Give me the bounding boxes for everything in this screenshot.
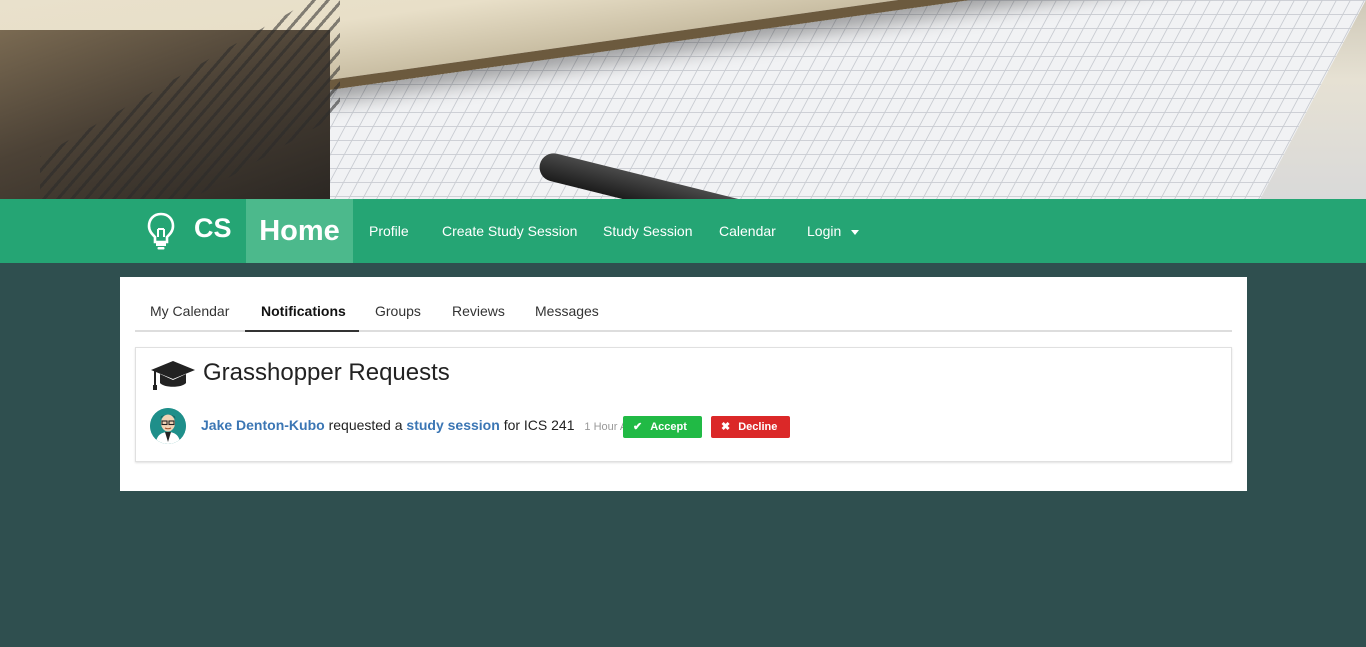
- avatar[interactable]: [150, 408, 186, 444]
- card-title: Grasshopper Requests: [203, 359, 450, 386]
- requester-link[interactable]: Jake Denton-Kubo: [201, 417, 325, 433]
- tab-my-calendar[interactable]: My Calendar: [150, 294, 229, 332]
- graduation-cap-icon: [151, 361, 195, 390]
- tab-reviews[interactable]: Reviews: [452, 294, 505, 332]
- close-icon: ✖: [721, 421, 731, 433]
- decline-button[interactable]: ✖ Decline: [711, 416, 790, 438]
- nav-create-study-session[interactable]: Create Study Session: [442, 199, 577, 263]
- accept-button[interactable]: ✔ Accept: [623, 416, 702, 438]
- brand-name[interactable]: CS: [194, 213, 232, 244]
- user-avatar-illustration: [150, 408, 186, 444]
- notification-request: Jake Denton-Kubo requested a study sessi…: [150, 408, 1210, 444]
- decline-label: Decline: [738, 421, 778, 433]
- caret-down-icon: [851, 229, 860, 235]
- nav-profile[interactable]: Profile: [369, 199, 409, 263]
- tab-bar: My Calendar Notifications Groups Reviews…: [135, 294, 1232, 332]
- nav-calendar[interactable]: Calendar: [719, 199, 776, 263]
- request-verb: requested a: [328, 417, 403, 433]
- nav-login-label: Login: [807, 223, 842, 239]
- tab-groups[interactable]: Groups: [375, 294, 421, 332]
- request-course: for ICS 241: [503, 417, 575, 433]
- study-session-link[interactable]: study session: [406, 417, 499, 433]
- accept-label: Accept: [650, 421, 687, 433]
- grasshopper-requests-card: Grasshopper Requests Jake Denton-Kubo re…: [135, 347, 1232, 462]
- lightbulb-icon[interactable]: [146, 211, 176, 251]
- nav-login-dropdown[interactable]: Login: [807, 199, 860, 263]
- top-navbar: CS Home Profile Create Study Session Stu…: [0, 199, 1366, 263]
- nav-study-session[interactable]: Study Session: [603, 199, 693, 263]
- hero-banner-image: [0, 0, 1366, 199]
- tab-notifications[interactable]: Notifications: [245, 294, 359, 332]
- check-icon: ✔: [633, 421, 643, 433]
- request-text: Jake Denton-Kubo requested a study sessi…: [201, 417, 639, 433]
- tab-messages[interactable]: Messages: [535, 294, 599, 332]
- main-panel: My Calendar Notifications Groups Reviews…: [120, 277, 1247, 491]
- nav-home[interactable]: Home: [246, 199, 353, 263]
